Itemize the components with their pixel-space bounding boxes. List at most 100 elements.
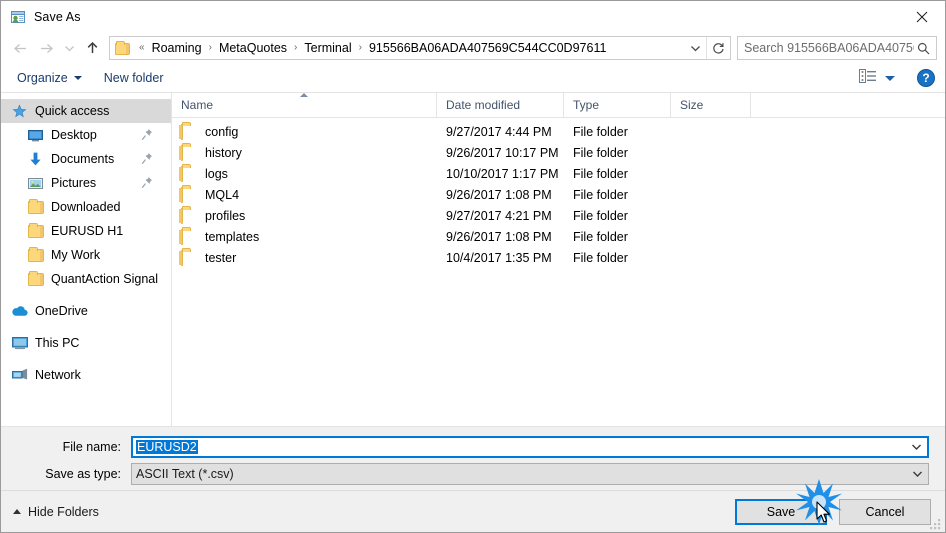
sidebar-item-eurusd-h1[interactable]: EURUSD H1 [1, 219, 171, 243]
chevron-down-icon[interactable] [906, 470, 928, 478]
help-label: ? [922, 71, 930, 85]
file-name-selected-text: EURUSD2 [136, 440, 198, 454]
sidebar-item-label: Downloaded [51, 200, 121, 214]
sidebar-item-pictures[interactable]: Pictures [1, 171, 171, 195]
folder-icon [27, 246, 44, 263]
pin-icon[interactable] [141, 176, 153, 189]
breadcrumb-item-metaquotes[interactable]: MetaQuotes [216, 41, 290, 55]
hide-folders-button[interactable]: Hide Folders [13, 505, 99, 519]
save-button[interactable]: Save [735, 498, 827, 525]
refresh-icon[interactable] [706, 37, 730, 59]
chevron-up-icon [13, 509, 21, 514]
sidebar-item-documents[interactable]: Documents [1, 147, 171, 171]
sidebar-item-my-work[interactable]: My Work [1, 243, 171, 267]
network-icon [11, 367, 28, 383]
column-header-label: Date modified [446, 98, 521, 112]
save-as-type-row: Save as type: ASCII Text (*.csv) [17, 463, 929, 485]
table-row[interactable]: history 9/26/2017 10:17 PM File folder [172, 142, 945, 163]
save-as-type-select[interactable]: ASCII Text (*.csv) [131, 463, 929, 485]
breadcrumb: « Roaming › MetaQuotes › Terminal › 9155… [135, 41, 684, 55]
row-name-label: MQL4 [205, 187, 240, 202]
new-folder-label: New folder [103, 71, 164, 85]
search-icon [914, 42, 932, 55]
row-size-cell [671, 226, 751, 247]
cancel-button[interactable]: Cancel [839, 498, 931, 525]
sidebar-item-downloaded[interactable]: Downloaded [1, 195, 171, 219]
folder-icon [181, 228, 197, 245]
star-icon [11, 103, 28, 119]
column-header-filler [751, 93, 945, 118]
row-type-cell: File folder [573, 187, 628, 202]
table-row[interactable]: profiles 9/27/2017 4:21 PM File folder [172, 205, 945, 226]
view-options-button[interactable] [859, 68, 895, 88]
save-as-type-label: Save as type: [45, 467, 121, 481]
new-folder-button[interactable]: New folder [104, 71, 164, 85]
sidebar-item-quick-access[interactable]: Quick access [1, 99, 171, 123]
sidebar-item-label: EURUSD H1 [51, 224, 124, 238]
table-row[interactable]: tester 10/4/2017 1:35 PM File folder [172, 247, 945, 268]
save-label: Save [766, 504, 796, 519]
cancel-label: Cancel [865, 504, 905, 519]
table-row[interactable]: config 9/27/2017 4:44 PM File folder [172, 121, 945, 142]
back-icon[interactable] [7, 35, 33, 61]
file-name-input[interactable]: EURUSD2 [131, 436, 929, 458]
table-row[interactable]: MQL4 9/26/2017 1:08 PM File folder [172, 184, 945, 205]
row-date-cell: 10/4/2017 1:35 PM [446, 250, 552, 265]
row-name-label: templates [205, 229, 260, 244]
file-name-label: File name: [62, 440, 121, 454]
row-name-cell: MQL4 [172, 184, 437, 205]
close-icon[interactable] [899, 1, 945, 32]
chevron-down-icon[interactable] [905, 443, 927, 451]
sidebar-item-desktop[interactable]: Desktop [1, 123, 171, 147]
this-pc-icon [11, 335, 28, 351]
address-chevron-down-icon[interactable] [684, 37, 706, 59]
forward-icon[interactable] [33, 35, 59, 61]
address-bar[interactable]: « Roaming › MetaQuotes › Terminal › 9155… [109, 36, 731, 60]
save-as-type-value: ASCII Text (*.csv) [136, 467, 234, 481]
breadcrumb-separator: › [208, 42, 212, 53]
sidebar-item-this-pc[interactable]: This PC [1, 331, 171, 355]
sidebar-item-network[interactable]: Network [1, 363, 171, 387]
file-rows: config 9/27/2017 4:44 PM File folder his… [172, 118, 945, 426]
table-row[interactable]: templates 9/26/2017 1:08 PM File folder [172, 226, 945, 247]
help-icon[interactable]: ? [917, 69, 935, 87]
sidebar-item-label: Network [35, 368, 81, 382]
row-type-cell: File folder [573, 145, 628, 160]
save-as-dialog: Save As « Roaming › MetaQuotes › Termina… [0, 0, 946, 533]
row-name-cell: config [172, 121, 437, 142]
title-bar: Save As [1, 1, 945, 32]
column-header-size[interactable]: Size [671, 92, 751, 118]
file-name-row: File name: EURUSD2 [17, 436, 929, 458]
column-headers: Name Date modified Type Size [172, 92, 945, 118]
column-header-name[interactable]: Name [172, 92, 437, 118]
table-row[interactable]: logs 10/10/2017 1:17 PM File folder [172, 163, 945, 184]
folder-icon [181, 144, 197, 161]
row-size-cell [671, 163, 751, 184]
file-list-pane: Name Date modified Type Size config 9/27… [172, 92, 945, 426]
folder-icon [27, 270, 44, 287]
search-input[interactable]: Search 915566BA06ADA40756... [737, 36, 937, 60]
pictures-icon [27, 175, 44, 191]
row-type-cell: File folder [573, 208, 628, 223]
breadcrumb-item-terminal-id[interactable]: 915566BA06ADA407569C544CC0D97611 [366, 41, 609, 55]
row-size-cell [671, 205, 751, 226]
column-header-type[interactable]: Type [564, 92, 671, 118]
resize-grip-icon[interactable] [929, 517, 942, 530]
pin-icon[interactable] [141, 128, 153, 141]
recent-locations-chevron-down-icon[interactable] [59, 35, 79, 61]
up-icon[interactable] [79, 35, 105, 61]
toolbar: Organize New folder ? [1, 64, 945, 93]
sidebar-item-onedrive[interactable]: OneDrive [1, 299, 171, 323]
window-title: Save As [34, 9, 81, 24]
breadcrumb-separator: › [358, 42, 362, 53]
sidebar-item-label: Pictures [51, 176, 97, 190]
sidebar-item-quantaction-signal[interactable]: QuantAction Signal [1, 267, 171, 291]
organize-button[interactable]: Organize [17, 71, 82, 85]
column-header-date-modified[interactable]: Date modified [437, 92, 564, 118]
breadcrumb-item-roaming[interactable]: Roaming [149, 41, 205, 55]
breadcrumb-item-terminal[interactable]: Terminal [301, 41, 354, 55]
sidebar-item-label: OneDrive [35, 304, 88, 318]
pin-icon[interactable] [141, 152, 153, 165]
onedrive-icon [11, 303, 28, 319]
folder-icon [181, 123, 197, 140]
